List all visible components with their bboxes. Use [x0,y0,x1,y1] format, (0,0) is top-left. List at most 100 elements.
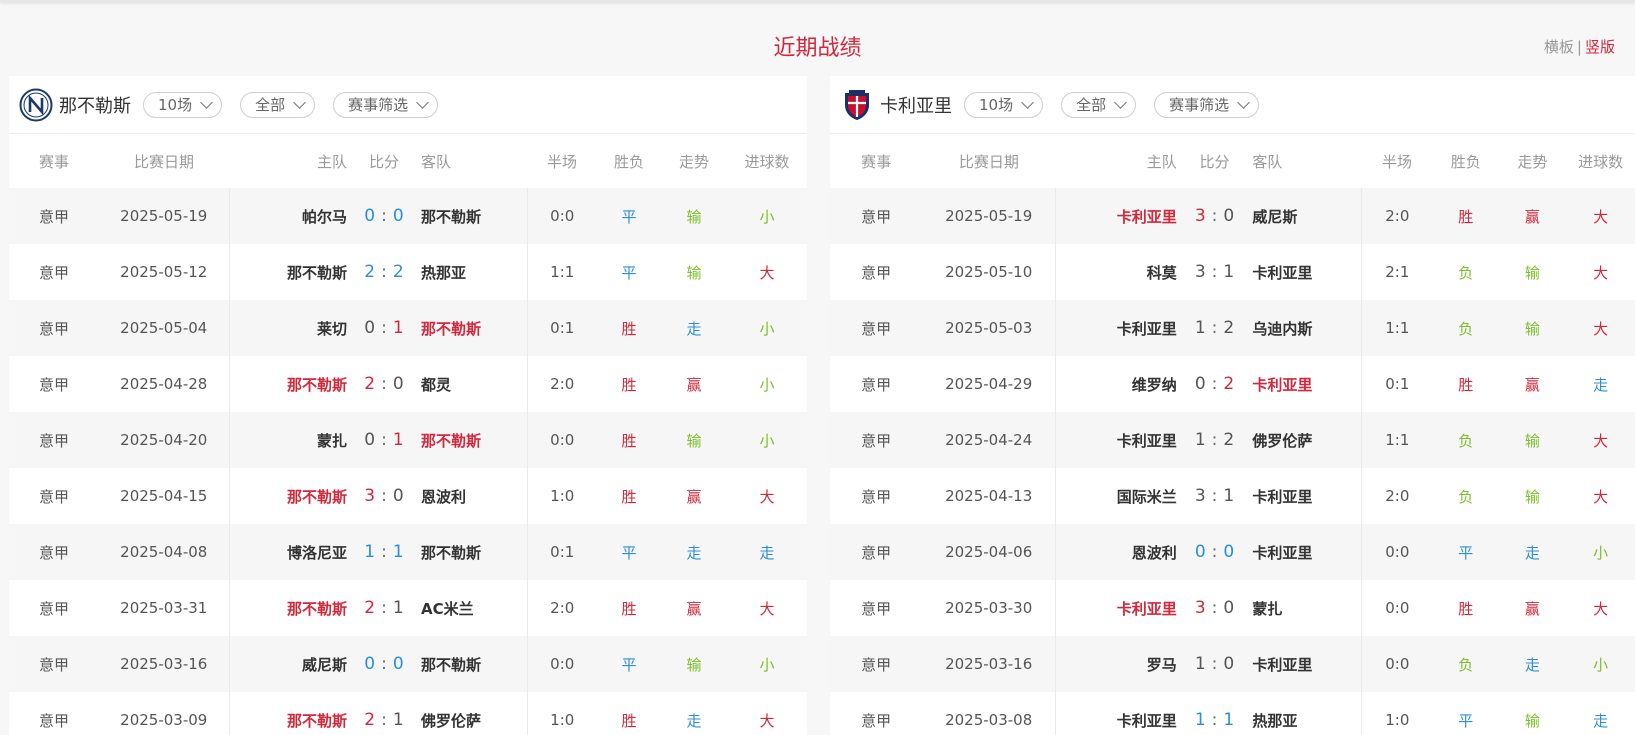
cell-away-team[interactable]: AC米兰 [415,580,528,636]
cell-score: 3:0 [1183,580,1247,636]
table-row[interactable]: 意甲 2025-03-16 威尼斯 0:0 那不勒斯 0:0 平输小 [9,636,807,692]
cell-home-team[interactable]: 莱切 [228,300,353,356]
cell-home-team[interactable]: 罗马 [1055,636,1183,692]
cell-away-team[interactable]: 卡利亚里 [1246,244,1362,300]
venue-dropdown[interactable]: 全部 [240,91,316,118]
table-header-row: 赛事 比赛日期 主队 比分 客队 半场 胜负 走势 进球数 [9,134,807,188]
cell-home-team[interactable]: 那不勒斯 [228,244,353,300]
col-league: 赛事 [38,152,69,171]
cell-away-team[interactable]: 热那亚 [1246,692,1362,735]
table-row[interactable]: 意甲 2025-03-31 那不勒斯 2:1 AC米兰 2:0 胜赢大 [9,580,807,636]
table-row[interactable]: 意甲 2025-03-16 罗马 1:0 卡利亚里 0:0 负走小 [830,636,1635,692]
cell-away-team[interactable]: 蒙扎 [1246,580,1362,636]
cell-score: 1:1 [1183,692,1247,735]
cell-away-team[interactable]: 卡利亚里 [1246,356,1362,412]
table-row[interactable]: 意甲 2025-04-08 博洛尼亚 1:1 那不勒斯 0:1 平走走 [9,524,807,580]
table-row[interactable]: 意甲 2025-05-19 帕尔马 0:0 那不勒斯 0:0 平输小 [9,188,807,244]
table-row[interactable]: 意甲 2025-05-19 卡利亚里 3:0 威尼斯 2:0 胜赢大 [830,188,1635,244]
view-horizontal-link[interactable]: 横板 [1544,38,1574,56]
cell-home-team[interactable]: 维罗纳 [1055,356,1183,412]
table-row[interactable]: 意甲 2025-04-24 卡利亚里 1:2 佛罗伦萨 1:1 负输大 [830,412,1635,468]
cell-result: 胜 [621,599,637,618]
team-name: 那不勒斯 [59,95,131,117]
cell-away-team[interactable]: 卡利亚里 [1246,468,1362,524]
away-score: 0 [392,654,404,674]
table-row[interactable]: 意甲 2025-04-06 恩波利 0:0 卡利亚里 0:0 平走小 [830,524,1635,580]
panel-header: 卡利亚里 10场 全部 赛事筛选 [830,76,1635,134]
match-count-dropdown[interactable]: 10场 [143,91,223,118]
col-trend: 走势 [678,152,709,171]
table-row[interactable]: 意甲 2025-04-20 蒙扎 0:1 那不勒斯 0:0 胜输小 [9,412,807,468]
napoli-logo-icon [19,88,53,121]
league-filter-dropdown[interactable]: 赛事筛选 [333,91,439,118]
cell-away-team[interactable]: 乌迪内斯 [1246,300,1362,356]
cell-result: 平 [1432,524,1499,580]
cell-result: 胜 [1458,599,1474,618]
table-row[interactable]: 意甲 2025-03-08 卡利亚里 1:1 热那亚 1:0 平输走 [830,692,1635,735]
col-score: 比分 [368,152,399,171]
cell-home-team[interactable]: 帕尔马 [228,188,353,244]
cell-home-team[interactable]: 卡利亚里 [1055,300,1183,356]
cell-league: 意甲 [830,412,923,468]
cell-away-team[interactable]: 都灵 [415,356,528,412]
cell-away-team[interactable]: 佛罗伦萨 [415,692,528,735]
cell-away-team[interactable]: 佛罗伦萨 [1246,412,1362,468]
cell-away-team[interactable]: 那不勒斯 [415,412,528,468]
cell-home-team[interactable]: 科莫 [1055,244,1183,300]
cell-away-team[interactable]: 那不勒斯 [415,188,528,244]
cell-score: 2:1 [353,580,415,636]
cell-home-team[interactable]: 卡利亚里 [1055,580,1183,636]
cell-home-team[interactable]: 那不勒斯 [228,580,353,636]
cell-home-team[interactable]: 那不勒斯 [228,692,353,735]
table-row[interactable]: 意甲 2025-05-04 莱切 0:1 那不勒斯 0:1 胜走小 [9,300,807,356]
table-row[interactable]: 意甲 2025-05-12 那不勒斯 2:2 热那亚 1:1 平输大 [9,244,807,300]
home-score: 1 [364,542,376,562]
cell-home-team[interactable]: 蒙扎 [228,412,353,468]
cell-league: 意甲 [830,300,923,356]
cell-league: 意甲 [38,263,69,282]
venue-dropdown[interactable]: 全部 [1061,91,1137,118]
cell-home-team[interactable]: 威尼斯 [228,636,353,692]
league-filter-dropdown[interactable]: 赛事筛选 [1154,91,1260,118]
table-row[interactable]: 意甲 2025-04-13 国际米兰 3:1 卡利亚里 2:0 负输大 [830,468,1635,524]
view-vertical-link[interactable]: 竖版 [1585,38,1615,56]
cell-away-team[interactable]: 热那亚 [415,244,528,300]
cell-date: 2025-03-16 [99,636,229,692]
cell-away-team[interactable]: 那不勒斯 [415,524,528,580]
cell-away-team[interactable]: 那不勒斯 [415,300,528,356]
cell-home-team[interactable]: 国际米兰 [1055,468,1183,524]
table-row[interactable]: 意甲 2025-03-09 那不勒斯 2:1 佛罗伦萨 1:0 胜走大 [9,692,807,735]
table-row[interactable]: 意甲 2025-04-15 那不勒斯 3:0 恩波利 1:0 胜赢大 [9,468,807,524]
cell-result: 负 [1432,300,1499,356]
cell-away-team[interactable]: 卡利亚里 [1246,524,1362,580]
table-row[interactable]: 意甲 2025-03-30 卡利亚里 3:0 蒙扎 0:0 胜赢大 [830,580,1635,636]
home-score: 1 [1194,430,1206,450]
cell-home-team[interactable]: 卡利亚里 [1055,188,1183,244]
cell-home-team[interactable]: 卡利亚里 [1055,692,1183,735]
cell-home-team[interactable]: 那不勒斯 [228,468,353,524]
cell-halftime: 0:1 [527,524,597,580]
cell-score: 3:1 [1183,468,1247,524]
table-row[interactable]: 意甲 2025-05-10 科莫 3:1 卡利亚里 2:1 负输大 [830,244,1635,300]
cell-halftime: 2:0 [550,599,575,617]
cell-league: 意甲 [9,188,99,244]
away-score: 0 [392,486,404,506]
cell-away-team[interactable]: 恩波利 [415,468,528,524]
col-away: 客队 [421,152,452,171]
cell-date: 2025-05-19 [922,188,1056,244]
cell-away-team[interactable]: 那不勒斯 [415,636,528,692]
cell-home-team[interactable]: 那不勒斯 [228,356,353,412]
cell-trend: 输 [1524,487,1540,506]
away-score: 2 [1223,374,1235,394]
match-count-dropdown[interactable]: 10场 [964,91,1044,118]
table-row[interactable]: 意甲 2025-04-28 那不勒斯 2:0 都灵 2:0 胜赢小 [9,356,807,412]
cell-away-team[interactable]: 卡利亚里 [1246,636,1362,692]
cell-home-team[interactable]: 恩波利 [1055,524,1183,580]
cell-trend: 赢 [1524,599,1540,618]
cell-home-team[interactable]: 卡利亚里 [1055,412,1183,468]
table-row[interactable]: 意甲 2025-05-03 卡利亚里 1:2 乌迪内斯 1:1 负输大 [830,300,1635,356]
cell-home-team[interactable]: 博洛尼亚 [228,524,353,580]
table-row[interactable]: 意甲 2025-04-29 维罗纳 0:2 卡利亚里 0:1 胜赢走 [830,356,1635,412]
cell-away-team[interactable]: 威尼斯 [1246,188,1362,244]
cell-halftime: 1:1 [1361,412,1433,468]
